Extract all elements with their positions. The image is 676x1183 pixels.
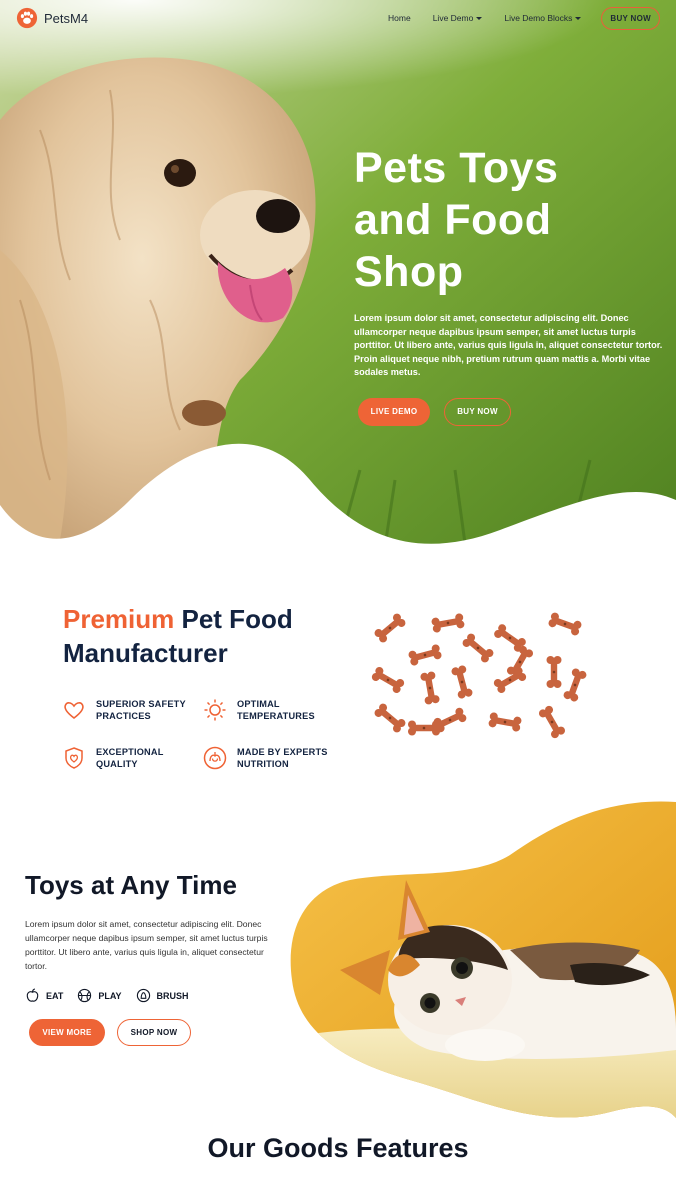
dog-bone-treat — [548, 612, 582, 636]
shop-now-button[interactable]: SHOP NOW — [117, 1019, 191, 1046]
feature-label-line: OPTIMAL — [237, 699, 280, 709]
feature-label-line: NUTRITION — [237, 759, 289, 769]
feature-label: MADE BY EXPERTS NUTRITION — [237, 746, 328, 770]
toys-section: Toys at Any Time Lorem ipsum dolor sit a… — [0, 800, 676, 1120]
shield-heart-icon — [65, 747, 83, 769]
caret-down-icon — [575, 17, 582, 20]
hero-section: PetsM4 Home Live Demo Live Demo Blocks B… — [0, 0, 676, 580]
heart-icon — [64, 702, 84, 720]
dog-bone-treat — [538, 705, 566, 739]
premium-section: Premium Pet Food Manufacturer SUPERIOR S… — [0, 580, 676, 800]
feature-safety: SUPERIOR SAFETY PRACTICES — [62, 698, 186, 722]
dog-bone-treat — [563, 668, 587, 702]
nav-home[interactable]: Home — [388, 13, 411, 23]
view-more-button[interactable]: VIEW MORE — [29, 1019, 105, 1046]
feature-label-line: MADE BY EXPERTS — [237, 747, 328, 757]
tag-play: PLAY — [77, 988, 122, 1003]
dog-bone-treat — [374, 703, 406, 733]
ball-icon — [78, 988, 92, 1003]
feature-nutrition: MADE BY EXPERTS NUTRITION — [203, 746, 328, 770]
dog-bone-treat — [408, 720, 440, 736]
dog-bone-treat — [451, 665, 473, 699]
brand-name: PetsM4 — [44, 10, 89, 26]
dog-bone-treat — [420, 671, 440, 705]
tag-label: EAT — [46, 990, 64, 1001]
sun-icon — [204, 699, 226, 721]
caret-down-icon — [476, 17, 483, 20]
dog-bone-treat — [462, 633, 494, 663]
premium-title-accent: Premium — [63, 604, 175, 634]
goods-features-title: Our Goods Features — [207, 1133, 469, 1163]
dog-bone-treat — [374, 613, 406, 643]
apple-icon — [26, 988, 39, 1002]
tag-label: BRUSH — [156, 990, 189, 1001]
premium-title: Premium Pet Food Manufacturer — [63, 602, 353, 670]
hero-buttons: LIVE DEMO BUY NOW — [358, 397, 666, 426]
nav-live-demo-blocks-label: Live Demo Blocks — [504, 13, 573, 23]
dog-bone-treat — [546, 656, 562, 688]
nav-buy-now-button[interactable]: BUY NOW — [601, 6, 660, 30]
brand[interactable]: PetsM4 — [16, 7, 88, 29]
live-demo-button[interactable]: LIVE DEMO — [358, 397, 430, 426]
dog-treat-bones-image — [371, 612, 587, 739]
hero-content: Pets Toys and Food Shop Lorem ipsum dolo… — [354, 142, 666, 426]
toys-tags: EAT PLAY BRUSH — [25, 988, 189, 1003]
nav-live-demo-label: Live Demo — [432, 13, 474, 23]
paw-icon — [16, 7, 38, 29]
dog-bone-treat — [371, 666, 405, 694]
feature-label: SUPERIOR SAFETY PRACTICES — [96, 698, 186, 722]
dog-bone-treat — [488, 712, 522, 732]
feature-label: OPTIMAL TEMPERATURES — [237, 698, 315, 722]
brush-icon — [136, 988, 150, 1003]
hero-description: Lorem ipsum dolor sit amet, consectetur … — [354, 313, 663, 377]
nutrition-icon — [203, 746, 227, 770]
nav-live-demo[interactable]: Live Demo — [433, 13, 483, 23]
dog-bone-treat — [408, 644, 442, 666]
feature-quality: EXCEPTIONAL QUALITY — [62, 746, 164, 770]
nav-links: Home Live Demo Live Demo Blocks BUY NOW — [366, 6, 660, 30]
hero-title: Pets Toys and Food Shop — [354, 144, 559, 296]
feature-label-line: SUPERIOR SAFETY — [96, 699, 186, 709]
buy-now-button[interactable]: BUY NOW — [444, 397, 511, 426]
toys-description: Lorem ipsum dolor sit amet, consectetur … — [25, 919, 268, 971]
feature-label: EXCEPTIONAL QUALITY — [96, 746, 164, 770]
top-navbar: PetsM4 Home Live Demo Live Demo Blocks B… — [0, 0, 676, 36]
toys-title: Toys at Any Time — [25, 870, 237, 900]
toys-buttons: VIEW MORE SHOP NOW — [29, 1019, 191, 1046]
kitten-image — [290, 801, 676, 1118]
dog-bone-treat — [431, 613, 465, 633]
feature-label-line: PRACTICES — [96, 711, 151, 721]
feature-label-line: EXCEPTIONAL — [96, 747, 164, 757]
feature-label-line: TEMPERATURES — [237, 711, 315, 721]
tag-brush: BRUSH — [136, 988, 189, 1003]
tag-label: PLAY — [98, 990, 122, 1001]
feature-label-line: QUALITY — [96, 759, 138, 769]
nav-live-demo-blocks[interactable]: Live Demo Blocks — [504, 13, 582, 23]
feature-temperatures: OPTIMAL TEMPERATURES — [203, 698, 315, 722]
tag-eat: EAT — [25, 988, 63, 1003]
